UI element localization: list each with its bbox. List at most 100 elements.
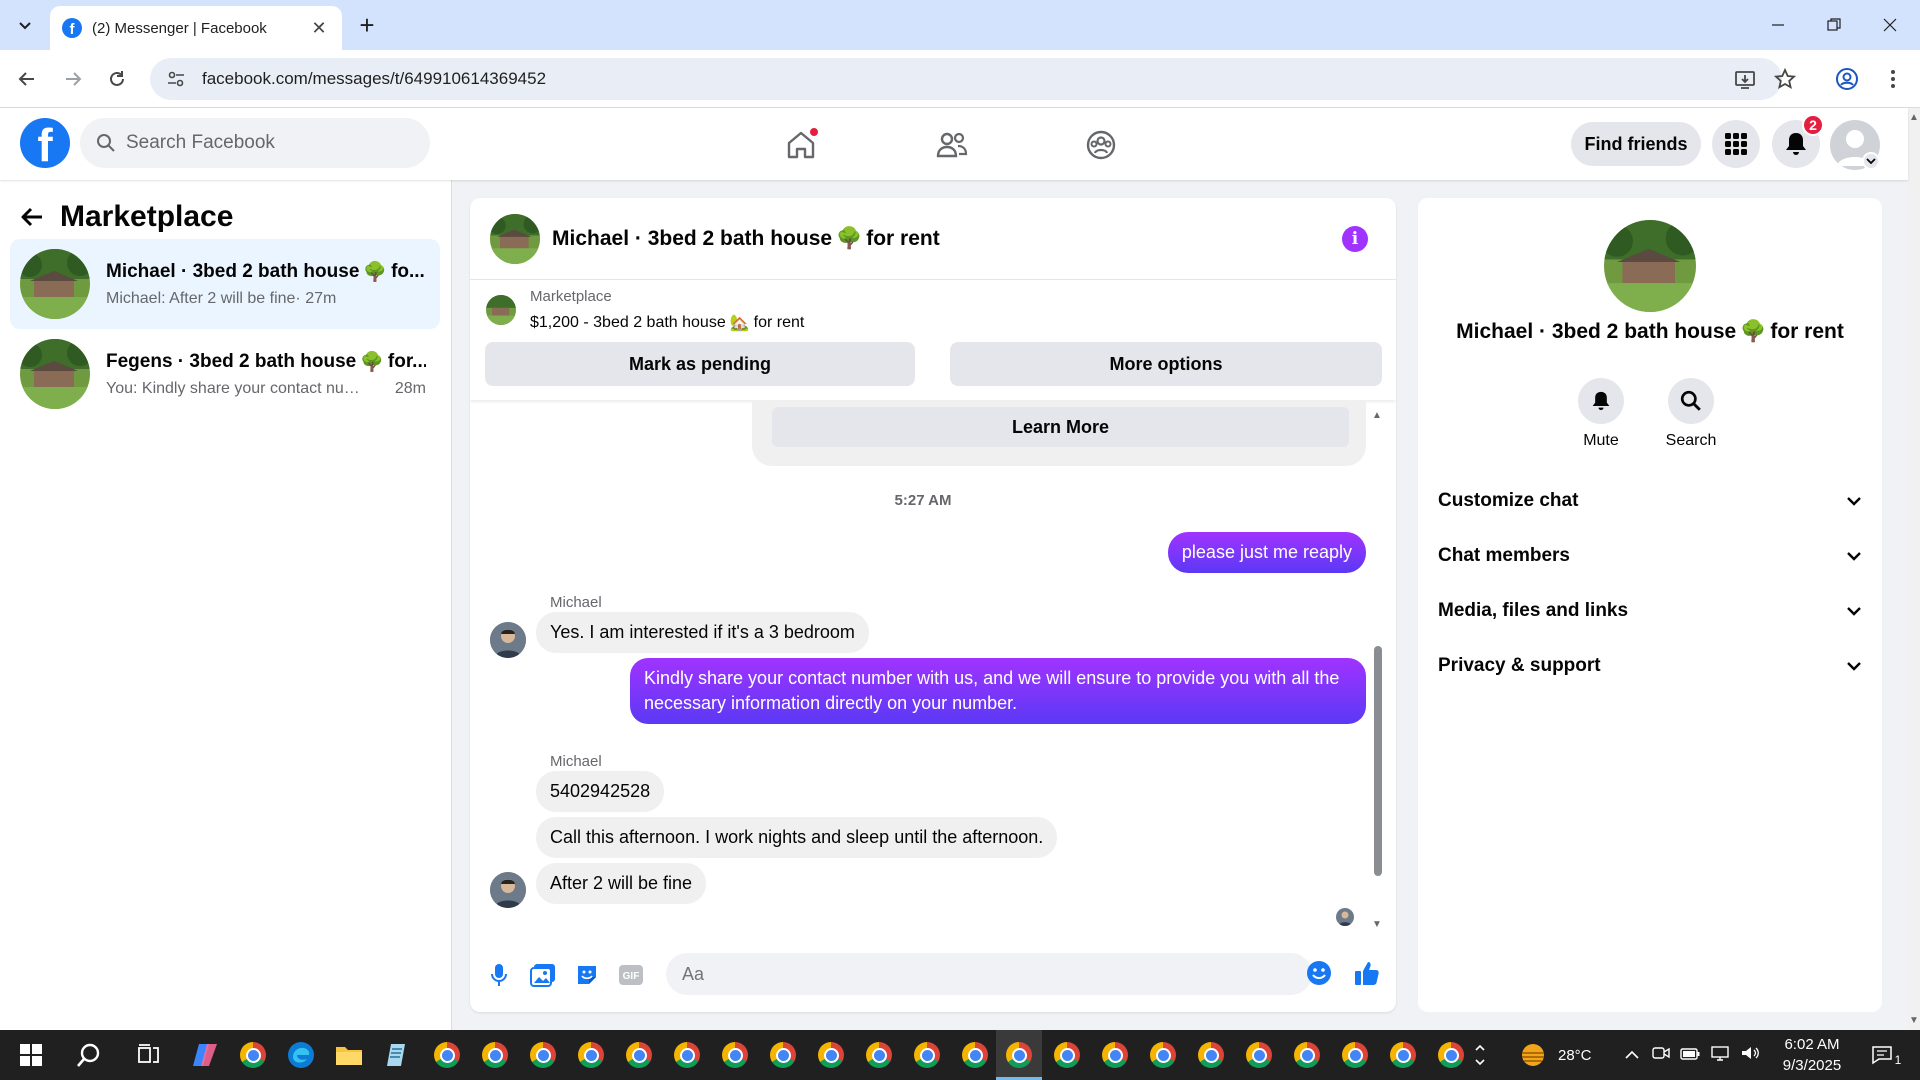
page-scrollbar[interactable]: ▲ ▼ <box>1908 108 1920 1030</box>
taskbar-chrome-15[interactable] <box>1098 1038 1132 1072</box>
message-bubble-out[interactable]: please just me reaply <box>1167 532 1366 573</box>
browser-tab-messenger[interactable]: f (2) Messenger | Facebook ✕ <box>50 6 342 50</box>
voice-clip-button[interactable] <box>482 958 516 992</box>
taskbar-overflow-arrows[interactable] <box>1470 1038 1490 1072</box>
tab-search-button[interactable] <box>10 10 40 40</box>
address-bar[interactable]: facebook.com/messages/t/649910614369452 <box>150 58 1782 100</box>
media-files-links-section[interactable]: Media, files and links <box>1430 586 1870 636</box>
volume-icon[interactable] <box>1740 1045 1760 1065</box>
message-input[interactable] <box>666 953 1312 995</box>
customize-chat-section[interactable]: Customize chat <box>1430 476 1870 526</box>
new-tab-button[interactable]: + <box>352 10 382 40</box>
close-tab-icon[interactable]: ✕ <box>308 18 330 39</box>
nav-friends[interactable] <box>929 122 975 168</box>
profile-button[interactable] <box>1830 62 1864 96</box>
mark-as-pending-button[interactable]: Mark as pending <box>485 342 915 386</box>
facebook-search-box[interactable]: Search Facebook <box>80 118 430 168</box>
minimize-button[interactable] <box>1758 8 1798 42</box>
start-button[interactable] <box>14 1038 48 1072</box>
michael-avatar[interactable] <box>490 622 526 658</box>
network-icon[interactable] <box>1710 1045 1730 1065</box>
emoji-button[interactable] <box>1304 958 1334 988</box>
message-bubble-out[interactable]: Kindly share your contact number with us… <box>630 658 1366 724</box>
forward-button[interactable] <box>56 62 90 96</box>
learn-more-button[interactable]: Learn More <box>772 407 1349 447</box>
nav-groups[interactable] <box>1078 122 1124 168</box>
site-info-icon[interactable] <box>166 69 190 89</box>
gif-button[interactable]: GIF <box>614 958 648 992</box>
facebook-logo-icon[interactable]: f <box>20 118 70 168</box>
reload-button[interactable] <box>100 62 134 96</box>
privacy-support-section[interactable]: Privacy & support <box>1430 641 1870 691</box>
taskbar-chrome-14[interactable] <box>1050 1038 1084 1072</box>
weather-widget[interactable]: 28°C <box>1518 1030 1592 1080</box>
message-bubble-in[interactable]: 5402942528 <box>536 771 665 812</box>
install-app-button[interactable] <box>1728 62 1762 96</box>
listing-thumbnail[interactable] <box>486 295 516 325</box>
copilot-button[interactable] <box>188 1038 222 1072</box>
info-icon[interactable]: i <box>1342 226 1368 252</box>
taskbar-search-button[interactable] <box>72 1038 106 1072</box>
back-button[interactable] <box>10 62 44 96</box>
taskbar-chrome-18[interactable] <box>1242 1038 1276 1072</box>
taskbar-chrome-11[interactable] <box>862 1038 896 1072</box>
back-arrow-icon[interactable] <box>20 206 60 228</box>
notepad-button[interactable] <box>380 1038 414 1072</box>
edge-button[interactable] <box>284 1038 318 1072</box>
michael-avatar[interactable] <box>490 872 526 908</box>
taskbar-chrome-12[interactable] <box>910 1038 944 1072</box>
taskbar-chrome-4[interactable] <box>526 1038 560 1072</box>
scroll-down-arrow-icon[interactable]: ▼ <box>1909 1015 1919 1026</box>
taskbar-chrome-20[interactable] <box>1338 1038 1372 1072</box>
message-list[interactable]: Learn More 5:27 AM please just me reaply… <box>470 400 1396 930</box>
chat-avatar[interactable] <box>490 213 540 264</box>
taskbar-chrome-3[interactable] <box>478 1038 512 1072</box>
mute-action[interactable]: Mute <box>1561 378 1641 450</box>
nav-home[interactable] <box>778 122 824 168</box>
taskbar-chrome-13[interactable] <box>958 1038 992 1072</box>
scroll-up-arrow-icon[interactable]: ▲ <box>1909 112 1919 123</box>
taskbar-chrome-21[interactable] <box>1386 1038 1420 1072</box>
search-action[interactable]: Search <box>1651 378 1731 450</box>
taskbar-chrome-17[interactable] <box>1194 1038 1228 1072</box>
notifications-button[interactable]: 2 <box>1772 114 1824 168</box>
find-friends-button[interactable]: Find friends <box>1571 122 1701 166</box>
browser-menu-button[interactable] <box>1876 62 1910 96</box>
sticker-button[interactable] <box>570 958 604 992</box>
system-clock[interactable]: 6:02 AM 9/3/2025 <box>1772 1034 1852 1076</box>
task-view-button[interactable] <box>132 1038 166 1072</box>
message-scrollbar[interactable]: ▲ ▼ <box>1372 410 1384 930</box>
taskbar-chrome-active[interactable] <box>1002 1038 1036 1072</box>
menu-button[interactable] <box>1712 120 1760 168</box>
scroll-down-arrow-icon[interactable]: ▼ <box>1372 919 1382 930</box>
scroll-thumb[interactable] <box>1374 646 1382 876</box>
conversation-fegens[interactable]: Fegens · 3bed 2 bath house 🌳 for... You:… <box>10 329 440 419</box>
message-bubble-in[interactable]: Yes. I am interested if it's a 3 bedroom <box>536 612 869 653</box>
message-bubble-in[interactable]: Call this afternoon. I work nights and s… <box>536 817 1058 858</box>
taskbar-chrome-22[interactable] <box>1434 1038 1468 1072</box>
message-bubble-in[interactable]: After 2 will be fine <box>536 863 707 904</box>
meet-now-icon[interactable] <box>1652 1045 1670 1065</box>
taskbar-chrome-1[interactable] <box>236 1038 270 1072</box>
taskbar-chrome-2[interactable] <box>430 1038 464 1072</box>
taskbar-chrome-5[interactable] <box>574 1038 608 1072</box>
bookmark-button[interactable] <box>1768 62 1802 96</box>
battery-icon[interactable] <box>1680 1047 1700 1064</box>
account-chevron-icon[interactable] <box>1862 152 1880 170</box>
taskbar-chrome-10[interactable] <box>814 1038 848 1072</box>
chevron-up-icon[interactable] <box>1624 1047 1640 1064</box>
close-window-button[interactable] <box>1870 8 1910 42</box>
info-avatar[interactable] <box>1604 220 1696 312</box>
send-like-button[interactable] <box>1350 956 1384 990</box>
attach-photo-button[interactable] <box>526 958 560 992</box>
file-explorer-button[interactable] <box>332 1038 366 1072</box>
notification-center-button[interactable]: 1 <box>1866 1040 1906 1070</box>
taskbar-chrome-8[interactable] <box>718 1038 752 1072</box>
chat-members-section[interactable]: Chat members <box>1430 531 1870 581</box>
conversation-michael[interactable]: Michael · 3bed 2 bath house 🌳 fo... Mich… <box>10 239 440 329</box>
restore-button[interactable] <box>1814 8 1854 42</box>
taskbar-chrome-9[interactable] <box>766 1038 800 1072</box>
taskbar-chrome-6[interactable] <box>622 1038 656 1072</box>
taskbar-chrome-19[interactable] <box>1290 1038 1324 1072</box>
more-options-button[interactable]: More options <box>950 342 1382 386</box>
